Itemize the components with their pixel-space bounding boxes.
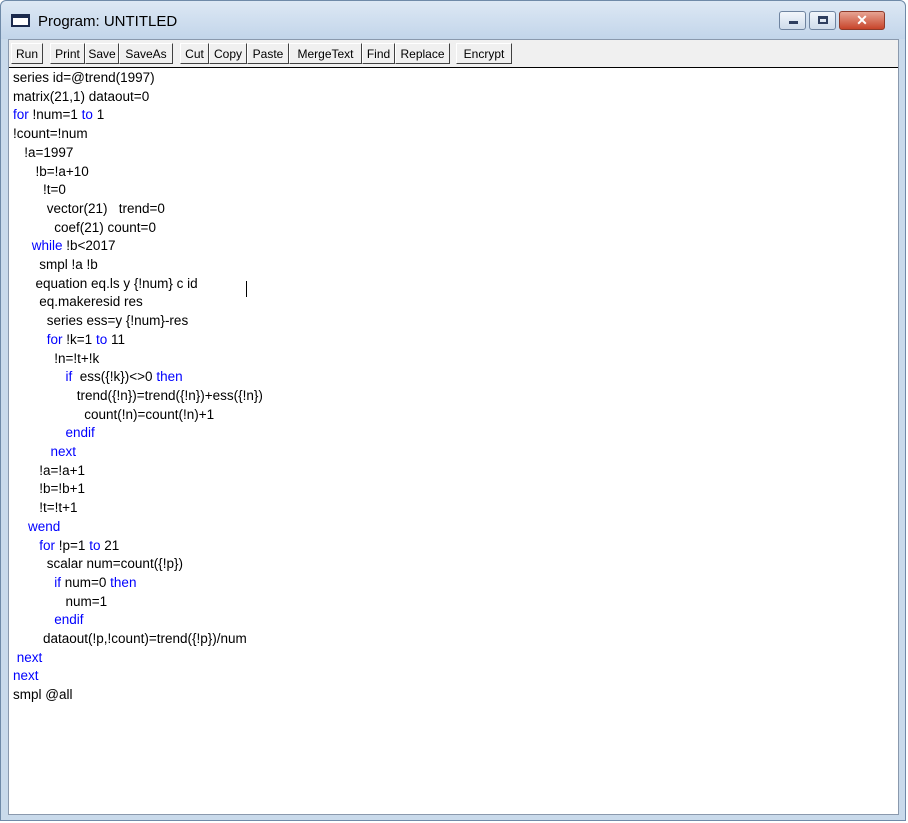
- code-line: if ess({!k})<>0 then: [65, 369, 183, 385]
- code-line: smpl !a !b: [13, 257, 98, 272]
- code-line: next: [16, 649, 43, 665]
- code-line: endif: [54, 612, 84, 628]
- code-line: !a=1997: [13, 144, 74, 160]
- title-bar[interactable]: Program: UNTITLED ✕: [1, 1, 905, 39]
- saveas-button[interactable]: SaveAs: [119, 43, 173, 64]
- cut-button[interactable]: Cut: [180, 43, 209, 64]
- program-toolbar: Run Print Save SaveAs Cut Copy Paste Mer…: [9, 40, 898, 68]
- code-line: series id=@trend(1997): [13, 70, 155, 85]
- code-line: series ess=y {!num}-res: [13, 313, 189, 329]
- code-line: !b=!b+1: [13, 481, 86, 497]
- program-window-icon: [11, 14, 30, 27]
- code-line: while !b<2017: [31, 238, 116, 254]
- code-line: for !num=1 to 1: [13, 107, 105, 123]
- code-line: vector(21) trend=0: [13, 200, 165, 216]
- code-line: eq.makeresid res: [13, 294, 143, 310]
- code-line: if num=0 then: [54, 574, 137, 590]
- code-line: matrix(21,1) dataout=0: [13, 88, 150, 104]
- code-line: !count=!num: [13, 126, 88, 142]
- program-window: Program: UNTITLED ✕ Run Print Save SaveA…: [0, 0, 906, 821]
- window-title: Program: UNTITLED: [38, 13, 178, 30]
- code-line: for !p=1 to 21: [39, 537, 120, 553]
- encrypt-button[interactable]: Encrypt: [456, 43, 512, 64]
- maximize-button[interactable]: [809, 11, 836, 30]
- find-button[interactable]: Find: [362, 43, 395, 64]
- code-line: wend: [28, 518, 61, 534]
- code-line: count(!n)=count(!n)+1: [13, 406, 215, 422]
- code-line: scalar num=count({!p}): [13, 556, 183, 572]
- replace-button[interactable]: Replace: [395, 43, 450, 64]
- close-button[interactable]: ✕: [839, 11, 885, 30]
- copy-button[interactable]: Copy: [209, 43, 247, 64]
- mergetext-button[interactable]: MergeText: [289, 43, 362, 64]
- code-line: !n=!t+!k: [13, 350, 100, 366]
- paste-button[interactable]: Paste: [247, 43, 289, 64]
- code-line: for !k=1 to 11: [46, 331, 125, 347]
- code-line: !t=0: [13, 182, 66, 198]
- minimize-icon: [789, 21, 798, 24]
- code-line: !t=!t+1: [13, 500, 78, 516]
- code-editor[interactable]: series id=@trend(1997) matrix(21,1) datao…: [9, 69, 898, 814]
- code-line: equation eq.ls y {!num} c id: [13, 275, 198, 291]
- print-button[interactable]: Print: [50, 43, 85, 64]
- code-line: next: [13, 668, 39, 684]
- close-icon: ✕: [856, 12, 868, 28]
- maximize-icon: [818, 16, 828, 24]
- code-line: num=1: [13, 593, 108, 609]
- save-button[interactable]: Save: [85, 43, 119, 64]
- code-line: coef(21) count=0: [13, 219, 156, 235]
- code-line: !b=!a+10: [13, 163, 89, 179]
- program-panel: Run Print Save SaveAs Cut Copy Paste Mer…: [8, 39, 899, 815]
- code-line: trend({!n})=trend({!n})+ess({!n}): [13, 387, 263, 403]
- code-line: dataout(!p,!count)=trend({!p})/num: [13, 631, 247, 646]
- code-line: endif: [65, 425, 95, 441]
- code-line: smpl @all: [13, 687, 73, 703]
- text-cursor: [246, 281, 247, 297]
- code-line: !a=!a+1: [13, 462, 86, 478]
- run-button[interactable]: Run: [11, 43, 43, 64]
- code-line: next: [50, 444, 77, 459]
- minimize-button[interactable]: [779, 11, 806, 30]
